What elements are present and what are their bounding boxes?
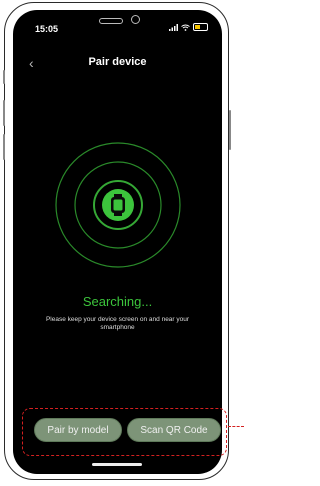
status-time: 15:05: [35, 24, 59, 34]
smartwatch-icon: [111, 194, 125, 216]
volume-up-button: [3, 100, 5, 126]
cellular-signal-icon: [169, 23, 178, 31]
wifi-icon: [181, 24, 190, 31]
mute-switch: [3, 70, 5, 84]
search-hint: Please keep your device screen on and ne…: [45, 316, 190, 331]
home-indicator: [92, 463, 142, 466]
volume-down-button: [3, 134, 5, 160]
app-screen: 15:05 ‹ Pair device Searching... Please …: [13, 10, 222, 474]
annotation-highlight-box: [22, 408, 227, 456]
searching-status: Searching...: [82, 294, 153, 309]
battery-icon: [193, 23, 208, 31]
power-button: [229, 110, 231, 150]
status-icons: [169, 23, 208, 31]
front-camera: [131, 15, 140, 24]
search-radar: [55, 142, 181, 268]
page-title: Pair device: [88, 56, 147, 68]
speaker: [99, 18, 123, 24]
annotation-pointer-line: [228, 426, 244, 427]
